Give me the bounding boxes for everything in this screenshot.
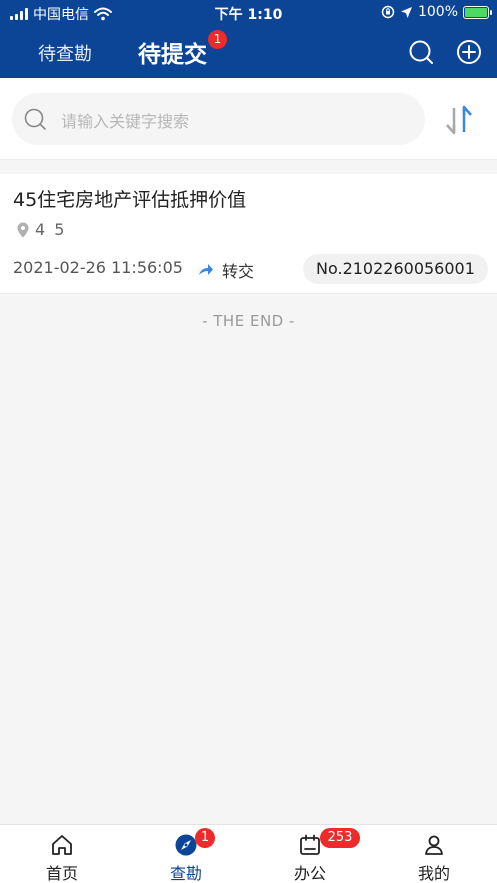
item-number-badge: No.2102260056001 <box>303 254 488 284</box>
status-right: 100% <box>381 4 492 20</box>
tabbar-label-survey: 查勘 <box>169 864 202 883</box>
header: 中国电信 下午 1:10 100% 待查勘 待提交 1 <box>0 0 497 78</box>
location-arrow-icon <box>400 6 412 18</box>
item-title: 45住宅房地产评估抵押价值 <box>13 189 247 211</box>
search-row: 请输入关键字搜索 <box>0 78 497 160</box>
item-location: 4 5 <box>17 220 66 239</box>
tab-badge: 1 <box>208 30 227 49</box>
forward-arrow-icon <box>199 264 213 275</box>
end-of-list-text: - THE END - <box>202 312 295 330</box>
bottom-tab-bar: 首页 1 查勘 253 办公 我的 <box>0 824 497 883</box>
search-placeholder: 请输入关键字搜索 <box>61 112 190 131</box>
add-circle-icon[interactable] <box>456 39 482 65</box>
tab-pending-submit[interactable]: 待提交 <box>138 35 207 69</box>
location-text: 4 5 <box>35 220 67 239</box>
tabbar-item-home[interactable]: 首页 <box>0 825 124 883</box>
tabbar-label-mine: 我的 <box>417 864 450 883</box>
sort-icon[interactable] <box>443 103 475 137</box>
list-item[interactable]: 45住宅房地产评估抵押价值 4 5 2021-02-26 11:56:05 转交… <box>0 174 497 294</box>
tabbar-badge-survey: 1 <box>195 828 215 848</box>
rotation-lock-icon <box>381 5 395 19</box>
tab-pending-survey[interactable]: 待查勘 <box>38 40 92 66</box>
item-date: 2021-02-26 11:56:05 <box>13 258 183 277</box>
search-icon[interactable] <box>408 39 434 65</box>
location-pin-icon <box>17 222 29 237</box>
tabbar-item-mine[interactable]: 我的 <box>372 825 496 883</box>
search-icon <box>24 108 46 130</box>
tabbar-label-office: 办公 <box>293 864 326 883</box>
tabbar-badge-office: 253 <box>320 828 360 848</box>
nav-bar: 待查勘 待提交 1 <box>0 26 497 78</box>
battery-label: 100% <box>417 4 458 20</box>
battery-icon <box>463 5 492 19</box>
transfer-label: 转交 <box>222 262 255 281</box>
tabbar-item-survey[interactable]: 1 查勘 <box>124 825 248 883</box>
user-icon <box>425 835 443 855</box>
status-bar: 中国电信 下午 1:10 100% <box>0 0 497 26</box>
transfer-action[interactable]: 转交 <box>198 258 254 282</box>
home-icon <box>52 835 72 855</box>
tabbar-label-home: 首页 <box>45 864 78 883</box>
calendar-icon <box>300 834 320 855</box>
search-input[interactable]: 请输入关键字搜索 <box>12 93 425 145</box>
tabbar-item-office[interactable]: 253 办公 <box>248 825 372 883</box>
